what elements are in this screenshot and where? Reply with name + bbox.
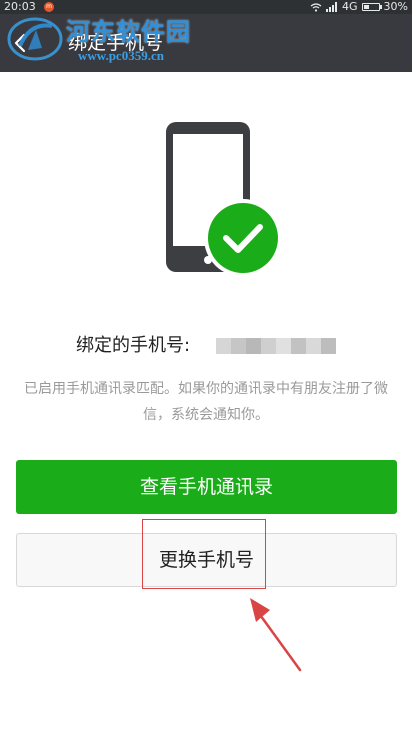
back-arrow-icon[interactable] xyxy=(10,32,32,54)
battery-level: 30% xyxy=(383,0,408,13)
notification-icon: m xyxy=(44,2,54,12)
annotation-arrow-icon xyxy=(250,598,302,672)
battery-icon xyxy=(361,3,382,11)
wifi-icon xyxy=(310,3,322,12)
status-time: 20:03 xyxy=(4,0,36,13)
bound-phone-label: 绑定的手机号: xyxy=(76,335,191,356)
bind-phone-screen: 20:03 m 4G 30% 绑定手机号 河东软件园 www.pc0359.cn… xyxy=(0,0,412,732)
annotation-highlight-box xyxy=(142,519,266,589)
page-title: 绑定手机号 xyxy=(68,32,164,54)
contacts-match-description: 已启用手机通讯录匹配。如果你的通讯录中有朋友注册了微信，系统会通知你。 xyxy=(24,381,388,423)
nav-bar: 绑定手机号 xyxy=(0,14,412,72)
status-indicators: 4G 30% xyxy=(310,0,408,14)
phone-check-illustration xyxy=(166,122,282,277)
network-type: 4G xyxy=(342,0,358,13)
status-bar: 20:03 m 4G 30% xyxy=(0,0,412,14)
view-contacts-button[interactable]: 查看手机通讯录 xyxy=(16,460,397,514)
masked-phone-number xyxy=(216,338,336,354)
check-circle-icon xyxy=(204,199,282,277)
signal-icon xyxy=(326,2,338,12)
